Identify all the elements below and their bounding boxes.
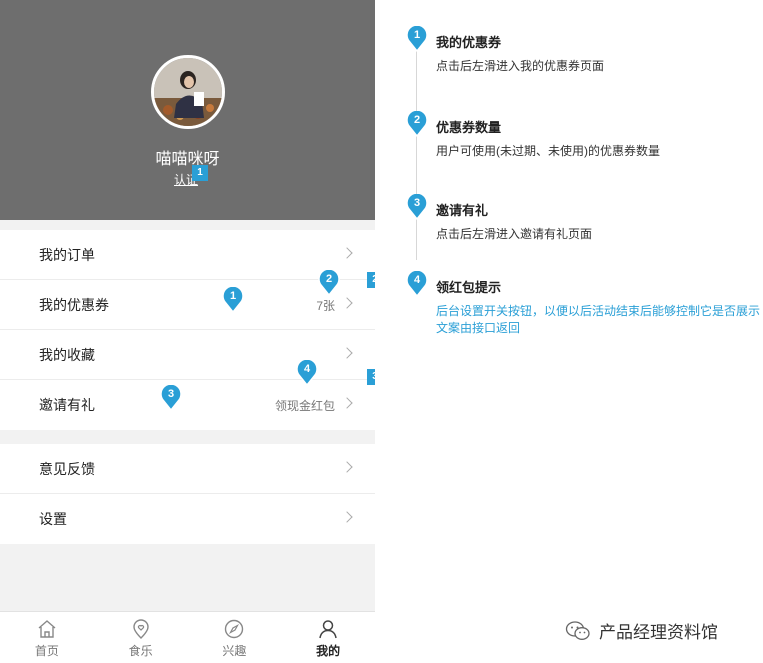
annotation-desc: 后台设置开关按钮，以便以后活动结束后能够控制它是否展示文案由接口返回: [436, 304, 761, 335]
tab-label: 我的: [316, 644, 341, 658]
compass-icon: [225, 619, 244, 639]
annotation-pin-4: 4: [406, 271, 428, 297]
annotation-title: 邀请有礼: [436, 203, 489, 218]
avatar[interactable]: [151, 55, 225, 129]
annotation-desc: 用户可使用(未过期、未使用)的优惠券数量: [436, 144, 660, 158]
wechat-icon: [565, 620, 590, 640]
menu-item-label: 意见反馈: [39, 461, 95, 477]
chevron-right-icon: [341, 347, 353, 359]
annotation-title: 我的优惠券: [436, 35, 502, 50]
annotation-desc: 点击后左滑进入我的优惠券页面: [436, 59, 605, 73]
annotation-title: 领红包提示: [436, 280, 502, 295]
user-icon: [319, 620, 337, 639]
menu-item-label: 设置: [39, 511, 67, 527]
annotation-desc: 点击后左滑进入邀请有礼页面: [436, 227, 593, 241]
marker-pin-2: 2: [318, 270, 340, 296]
menu-item-feedback[interactable]: 意见反馈: [0, 444, 375, 494]
chevron-right-icon: [341, 297, 353, 309]
brand-name: 产品经理资料馆: [599, 623, 718, 642]
tab-interest[interactable]: 兴趣: [188, 612, 282, 663]
phone-screen: 喵喵咪呀 认证 1 我的订单 我的优惠券 7张 我的收藏 邀请有礼 领现金红包 …: [0, 0, 375, 663]
menu-item-favorites[interactable]: 我的收藏: [0, 330, 375, 380]
annotation-pin-3: 3: [406, 194, 428, 220]
timeline-line: [416, 40, 417, 260]
menu-item-label: 我的收藏: [39, 347, 95, 363]
marker-pin-3: 3: [160, 385, 182, 411]
tab-label: 食乐: [128, 644, 153, 658]
marker-square-1: 1: [192, 165, 208, 181]
tab-label: 首页: [34, 644, 59, 658]
chevron-right-icon: [341, 511, 353, 523]
annotation-pin-1: 1: [406, 26, 428, 52]
tab-mine[interactable]: 我的: [281, 612, 375, 663]
profile-header: 喵喵咪呀 认证 1: [0, 0, 375, 220]
marker-pin-4: 4: [296, 360, 318, 386]
tab-home[interactable]: 首页: [0, 612, 94, 663]
menu-item-settings[interactable]: 设置: [0, 494, 375, 544]
menu-group-secondary: 意见反馈 设置: [0, 444, 375, 544]
coupon-count: 7张: [316, 299, 335, 313]
tab-food[interactable]: 食乐: [94, 612, 188, 663]
location-heart-icon: [132, 619, 149, 639]
chevron-right-icon: [341, 461, 353, 473]
chevron-right-icon: [341, 247, 353, 259]
brand-watermark: 产品经理资料馆: [565, 618, 718, 643]
annotation-panel: 1 我的优惠券 点击后左滑进入我的优惠券页面 2 优惠券数量 用户可使用(未过期…: [375, 0, 763, 663]
menu-item-invite[interactable]: 邀请有礼 领现金红包: [0, 380, 375, 430]
bottom-tab-bar: 首页 食乐 兴趣 我的: [0, 611, 375, 663]
menu-item-label: 我的订单: [39, 247, 95, 263]
tab-label: 兴趣: [222, 644, 247, 658]
username: 喵喵咪呀: [155, 151, 220, 168]
home-icon: [38, 620, 56, 638]
marker-pin-1: 1: [222, 287, 244, 313]
menu-item-label: 邀请有礼: [39, 397, 95, 413]
annotation-pin-2: 2: [406, 111, 428, 137]
chevron-right-icon: [341, 397, 353, 409]
annotation-title: 优惠券数量: [436, 120, 502, 135]
menu-group-primary: 我的订单 我的优惠券 7张 我的收藏 邀请有礼 领现金红包: [0, 230, 375, 430]
red-packet-hint: 领现金红包: [274, 399, 335, 413]
menu-item-label: 我的优惠券: [39, 297, 109, 313]
